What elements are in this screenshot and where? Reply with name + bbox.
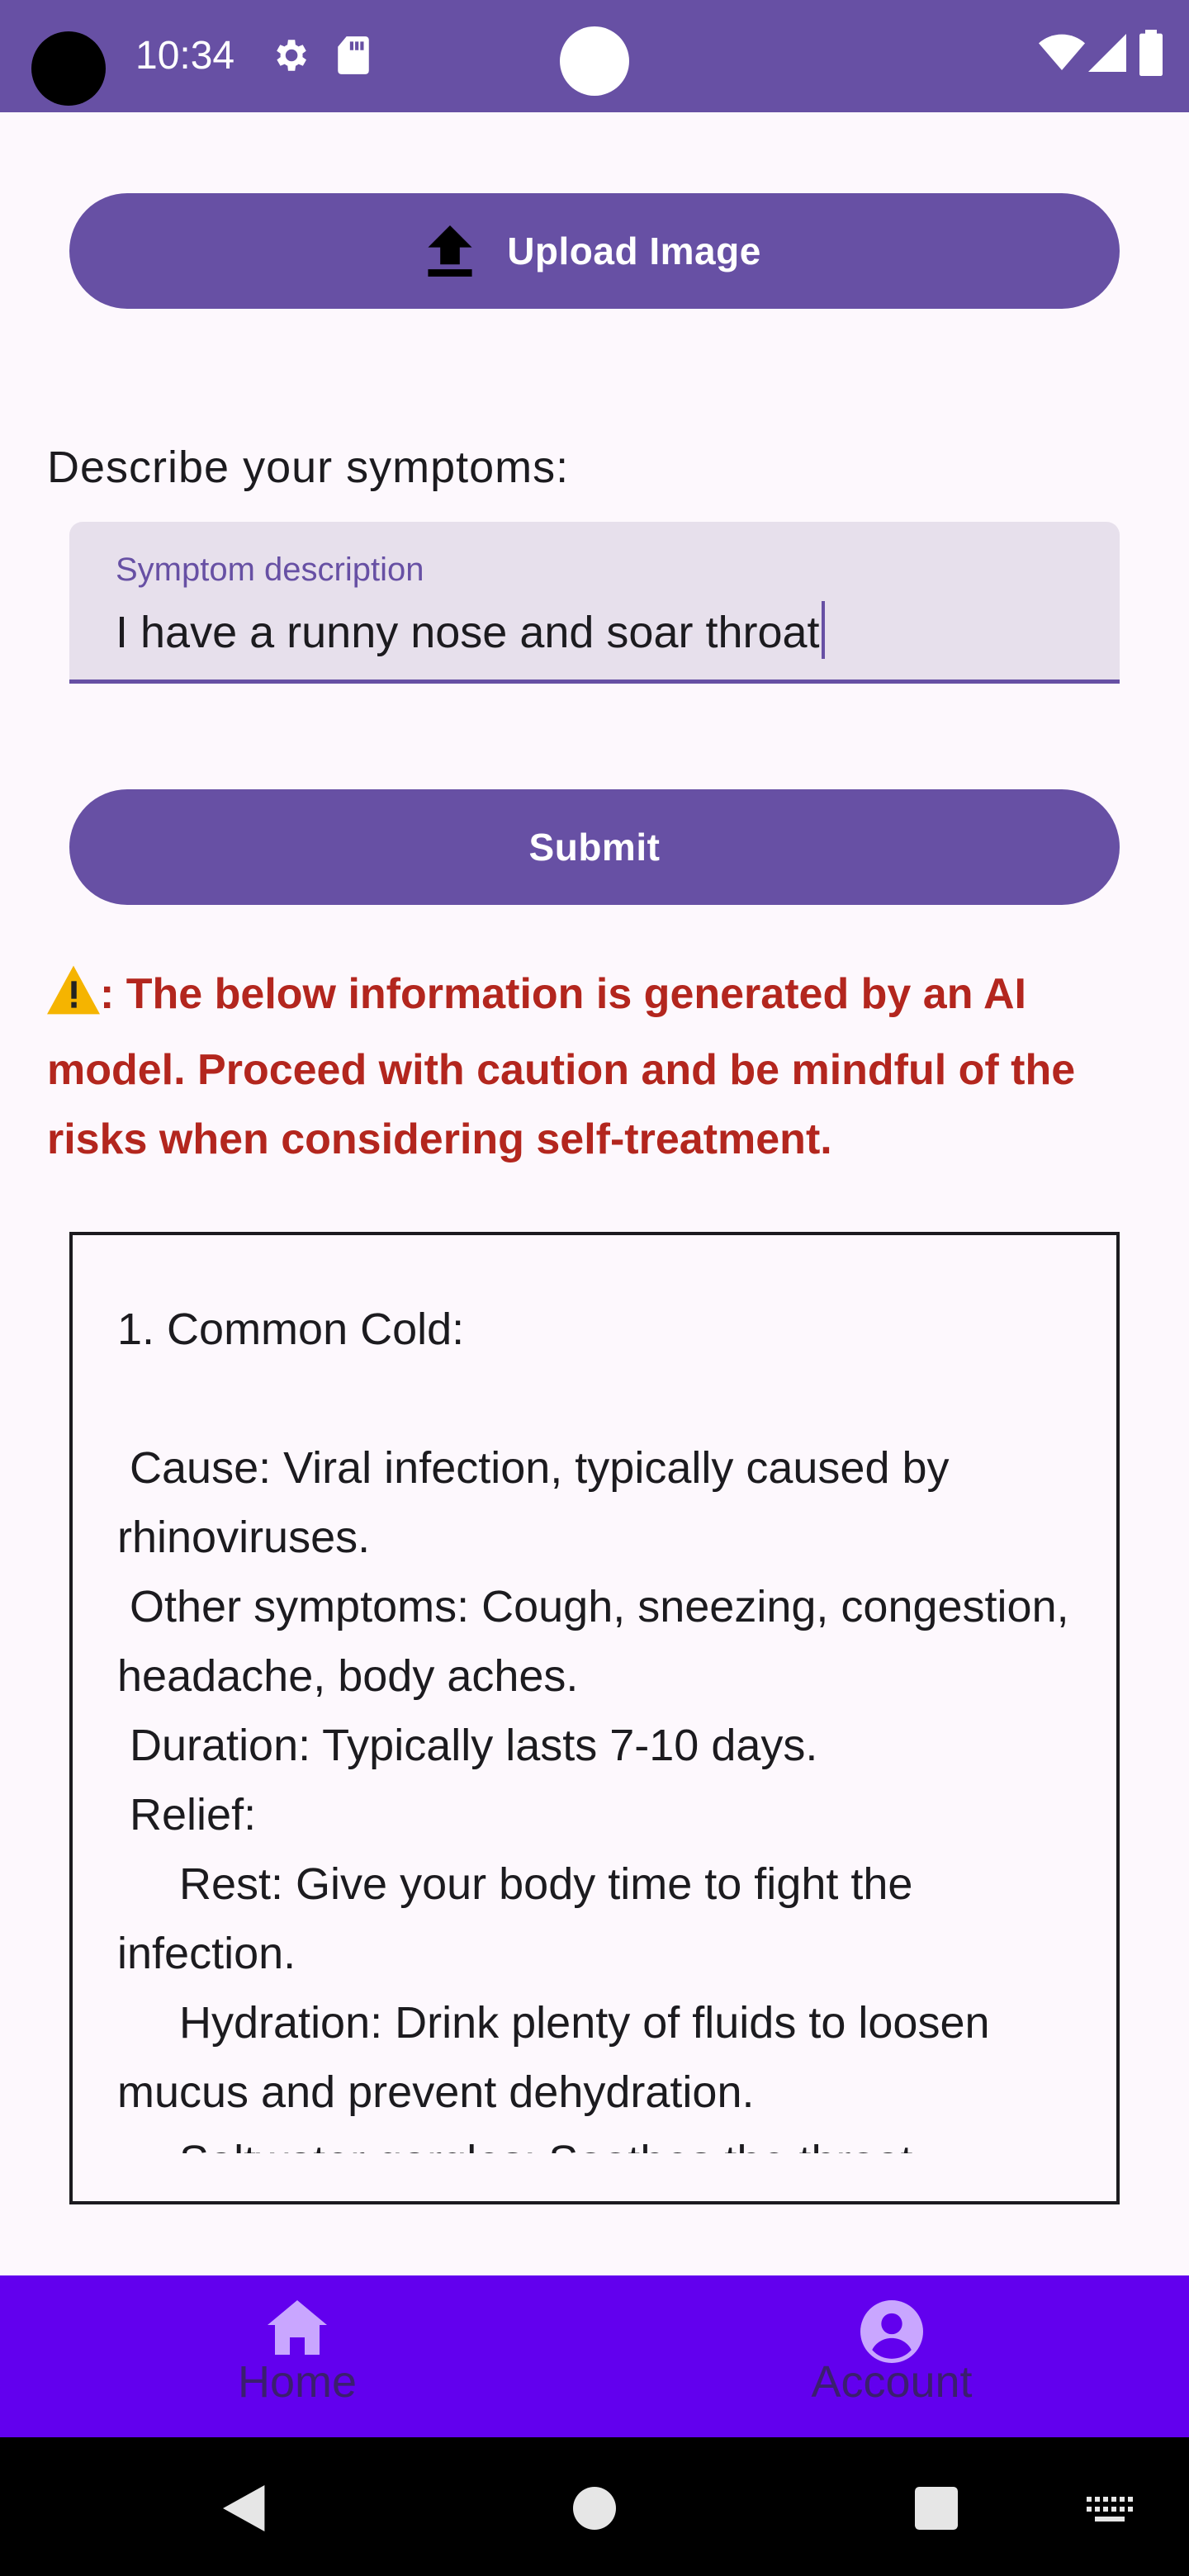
system-navigation-bar <box>0 2437 1189 2576</box>
nav-item-home[interactable]: Home <box>0 2275 594 2437</box>
upload-image-label: Upload Image <box>507 230 761 272</box>
ai-warning: : The below information is generated by … <box>47 959 1137 1174</box>
diagnosis-result-box[interactable]: 1. Common Cold: Cause: Viral infection, … <box>69 1232 1120 2204</box>
home-icon <box>268 2300 327 2363</box>
diagnosis-result-text: 1. Common Cold: Cause: Viral infection, … <box>117 1305 1069 2153</box>
upload-image-button[interactable]: Upload Image <box>69 193 1120 309</box>
front-sensor <box>560 26 629 96</box>
nav-label-account: Account <box>811 2357 973 2407</box>
camera-cutout <box>31 31 106 106</box>
account-icon <box>860 2300 923 2363</box>
recents-icon[interactable] <box>915 2487 958 2534</box>
battery-icon <box>1139 30 1163 80</box>
symptom-field-value[interactable]: I have a runny nose and soar throat <box>116 601 825 659</box>
nav-item-account[interactable]: Account <box>594 2275 1189 2437</box>
submit-label: Submit <box>528 826 661 869</box>
text-cursor <box>821 601 825 659</box>
keyboard-icon[interactable] <box>1087 2497 1135 2529</box>
upload-icon <box>428 225 472 277</box>
symptom-description-field[interactable]: Symptom description I have a runny nose … <box>69 522 1120 684</box>
sd-card-icon <box>335 35 372 80</box>
signal-icon <box>1088 33 1126 77</box>
settings-icon <box>269 35 310 80</box>
status-bar: 10:34 <box>0 0 1189 112</box>
warning-icon <box>47 965 100 1035</box>
status-time: 10:34 <box>135 34 235 78</box>
wifi-icon <box>1039 33 1085 77</box>
symptom-field-label: Symptom description <box>116 552 424 588</box>
submit-button[interactable]: Submit <box>69 789 1120 905</box>
bottom-navigation: Home Account <box>0 2275 1189 2437</box>
symptom-field-text: I have a runny nose and soar throat <box>116 608 820 657</box>
symptoms-prompt: Describe your symptoms: <box>47 443 570 492</box>
back-icon[interactable] <box>223 2485 269 2536</box>
ai-warning-text: : The below information is generated by … <box>47 970 1076 1163</box>
home-circle-icon[interactable] <box>573 2487 616 2534</box>
nav-label-home: Home <box>237 2357 358 2407</box>
